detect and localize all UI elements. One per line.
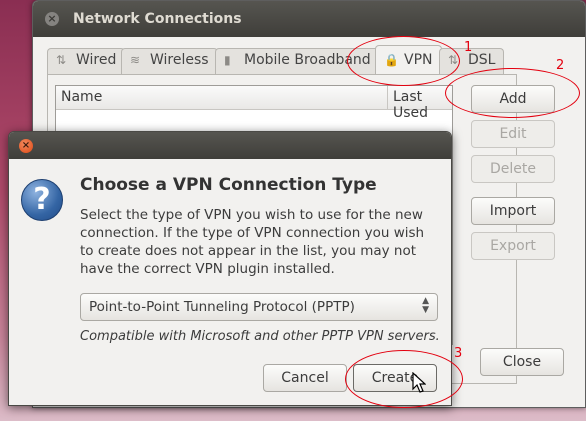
column-divider[interactable] xyxy=(387,86,388,110)
compatibility-note: Compatible with Microsoft and other PPTP… xyxy=(80,329,440,344)
updown-arrows-icon: ▲ ▼ xyxy=(422,296,429,315)
column-header-name[interactable]: Name xyxy=(61,89,102,105)
export-button[interactable]: Export xyxy=(471,232,555,260)
annotation-circle-1 xyxy=(347,36,460,86)
signal-bars-icon: ▮ xyxy=(224,53,231,67)
window-titlebar[interactable]: × Network Connections xyxy=(33,1,585,37)
close-icon[interactable]: × xyxy=(19,139,33,153)
column-header-last-used[interactable]: Last Used xyxy=(393,89,452,121)
annotation-number-1: 1 xyxy=(464,40,473,55)
tab-label: Wireless xyxy=(150,52,209,68)
tab-wireless[interactable]: ≋ Wireless xyxy=(121,48,218,74)
vpn-type-select[interactable]: Point-to-Point Tunneling Protocol (PPTP)… xyxy=(80,293,438,321)
annotation-number-2: 2 xyxy=(556,58,565,73)
mouse-pointer-icon xyxy=(412,372,426,393)
annotation-number-3: 3 xyxy=(454,346,463,361)
wifi-icon: ≋ xyxy=(130,53,141,67)
window-title: Network Connections xyxy=(73,11,242,27)
delete-button[interactable]: Delete xyxy=(471,155,555,183)
dialog-titlebar[interactable]: × xyxy=(9,132,451,159)
tab-wired[interactable]: ⇅ Wired xyxy=(47,48,126,74)
tab-label: Wired xyxy=(76,52,117,68)
close-icon[interactable]: × xyxy=(45,12,59,26)
annotation-circle-2 xyxy=(445,68,580,118)
cancel-button[interactable]: Cancel xyxy=(263,364,347,392)
annotation-circle-3 xyxy=(345,350,463,408)
list-header: Name Last Used xyxy=(56,86,452,121)
dialog-heading: Choose a VPN Connection Type xyxy=(80,175,377,195)
ethernet-icon: ⇅ xyxy=(56,53,67,67)
edit-button[interactable]: Edit xyxy=(471,120,555,148)
close-button[interactable]: Close xyxy=(480,348,564,376)
question-icon: ? xyxy=(21,179,63,221)
dialog-body-text: Select the type of VPN you wish to use f… xyxy=(80,207,425,277)
select-value: Point-to-Point Tunneling Protocol (PPTP) xyxy=(89,299,355,315)
import-button[interactable]: Import xyxy=(471,197,555,225)
